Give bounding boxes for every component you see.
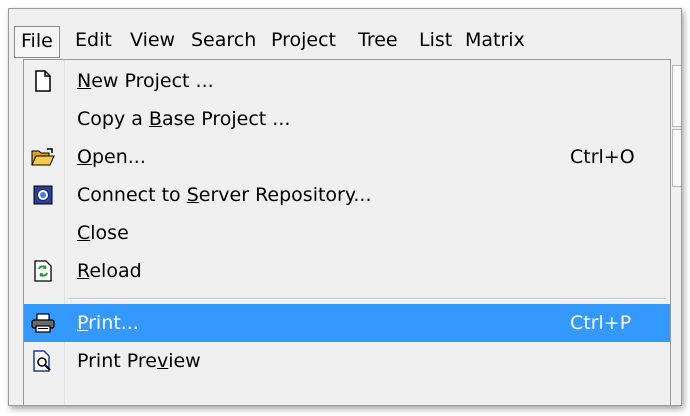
shortcut-label: Ctrl+O bbox=[570, 146, 635, 168]
menu-search[interactable]: Search bbox=[185, 26, 262, 56]
menu-item-copy-base-project[interactable]: Copy a Base Project ... bbox=[24, 100, 670, 138]
file-menu-dropdown: New Project ... Copy a Base Project ... … bbox=[23, 59, 671, 405]
toolbar-fragment bbox=[672, 65, 681, 127]
menu-view[interactable]: View bbox=[124, 26, 181, 56]
menu-item-label: Reload bbox=[77, 260, 142, 282]
menu-item-label: New Project ... bbox=[77, 70, 214, 92]
menu-item-open[interactable]: Open... Ctrl+O bbox=[24, 138, 670, 176]
print-preview-icon bbox=[31, 350, 55, 372]
menu-item-print[interactable]: Print... Ctrl+P bbox=[24, 304, 670, 342]
app-window: File Edit View Search Project Tree List … bbox=[8, 8, 682, 406]
menu-item-connect-server-repository[interactable]: Connect to Server Repository... bbox=[24, 176, 670, 214]
shortcut-label: Ctrl+P bbox=[570, 312, 632, 334]
menu-item-reload[interactable]: Reload bbox=[24, 252, 670, 290]
new-document-icon bbox=[31, 70, 55, 92]
menu-item-print-preview[interactable]: Print Preview bbox=[24, 342, 670, 380]
menu-item-label: Connect to Server Repository... bbox=[77, 184, 372, 206]
menu-list[interactable]: List bbox=[413, 26, 458, 56]
menu-item-new-project[interactable]: New Project ... bbox=[24, 62, 670, 100]
printer-icon bbox=[31, 312, 55, 334]
menu-item-close[interactable]: Close bbox=[24, 214, 670, 252]
open-folder-icon bbox=[31, 146, 55, 168]
menu-item-label: Close bbox=[77, 222, 129, 244]
menu-edit[interactable]: Edit bbox=[69, 26, 118, 56]
server-repository-icon bbox=[31, 184, 55, 206]
menu-item-label: Open... bbox=[77, 146, 146, 168]
menu-file[interactable]: File bbox=[14, 26, 60, 58]
menu-item-label: Print... bbox=[77, 312, 139, 334]
menu-tree[interactable]: Tree bbox=[352, 26, 404, 56]
menu-item-label: Print Preview bbox=[77, 350, 201, 372]
menu-matrix[interactable]: Matrix bbox=[459, 26, 531, 56]
menu-item-label: Copy a Base Project ... bbox=[77, 108, 291, 130]
toolbar-fragment bbox=[672, 129, 681, 187]
menu-bar: File Edit View Search Project Tree List … bbox=[9, 9, 681, 59]
menu-separator bbox=[68, 298, 666, 300]
menu-project[interactable]: Project bbox=[265, 26, 342, 56]
reload-icon bbox=[31, 260, 55, 282]
